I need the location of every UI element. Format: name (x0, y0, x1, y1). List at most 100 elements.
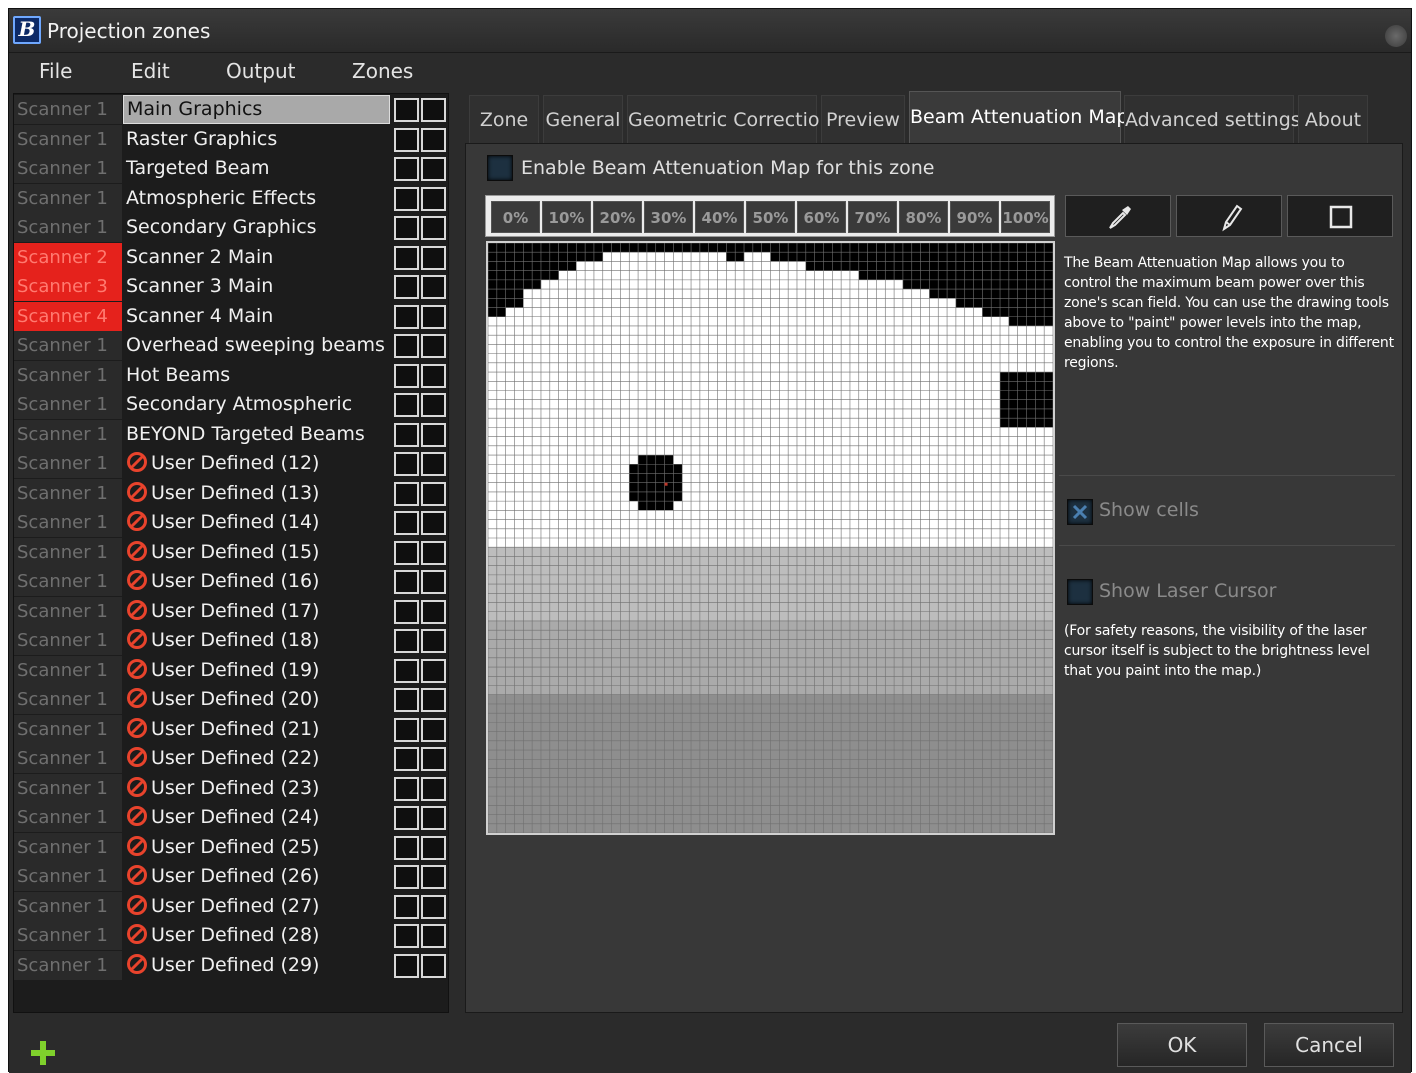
map-cell[interactable] (540, 574, 550, 585)
map-cell[interactable] (646, 639, 656, 649)
map-cell[interactable] (646, 556, 656, 566)
map-cell[interactable] (929, 786, 939, 797)
map-cell[interactable] (796, 786, 806, 797)
map-cell[interactable] (902, 602, 912, 612)
map-cell[interactable] (558, 510, 568, 520)
map-cell[interactable] (1026, 335, 1036, 345)
map-cell[interactable] (540, 445, 550, 456)
map-cell[interactable] (523, 713, 533, 723)
map-cell[interactable] (911, 565, 921, 575)
zone-toggle-b[interactable] (421, 216, 446, 240)
map-cell[interactable] (699, 676, 709, 686)
map-cell[interactable] (576, 381, 586, 391)
map-cell[interactable] (726, 501, 736, 511)
map-cell[interactable] (593, 565, 603, 575)
map-cell[interactable] (841, 648, 850, 658)
map-cell[interactable] (973, 408, 983, 419)
map-cell[interactable] (902, 372, 912, 382)
map-cell[interactable] (814, 648, 824, 658)
map-cell[interactable] (920, 731, 930, 741)
map-cell[interactable] (841, 703, 850, 714)
map-cell[interactable] (982, 823, 992, 833)
map-cell[interactable] (726, 390, 736, 400)
map-cell[interactable] (752, 556, 762, 566)
map-cell[interactable] (593, 786, 603, 797)
map-cell[interactable] (1000, 372, 1009, 382)
map-cell[interactable] (576, 464, 586, 474)
map-cell[interactable] (744, 805, 753, 815)
map-cell[interactable] (726, 786, 736, 797)
map-cell[interactable] (779, 482, 789, 492)
map-cell[interactable] (920, 436, 930, 446)
map-cell[interactable] (664, 243, 674, 253)
map-cell[interactable] (664, 455, 674, 465)
map-cell[interactable] (682, 455, 692, 465)
map-cell[interactable] (1026, 325, 1036, 336)
map-cell[interactable] (770, 399, 780, 409)
map-cell[interactable] (664, 372, 674, 382)
map-cell[interactable] (1026, 639, 1036, 649)
map-cell[interactable] (620, 335, 630, 345)
map-cell[interactable] (841, 381, 850, 391)
map-cell[interactable] (532, 353, 541, 363)
map-cell[interactable] (858, 657, 868, 668)
map-cell[interactable] (576, 344, 586, 354)
map-cell[interactable] (638, 243, 647, 253)
map-cell[interactable] (1008, 408, 1018, 419)
map-cell[interactable] (955, 759, 965, 769)
map-cell[interactable] (699, 455, 709, 465)
map-cell[interactable] (602, 372, 612, 382)
map-cell[interactable] (955, 777, 965, 787)
map-cell[interactable] (973, 482, 983, 492)
map-cell[interactable] (1044, 418, 1053, 428)
map-cell[interactable] (726, 270, 736, 280)
map-cell[interactable] (576, 519, 586, 529)
zone-toggle-a[interactable] (394, 570, 419, 594)
map-cell[interactable] (929, 390, 939, 400)
map-cell[interactable] (796, 759, 806, 769)
map-cell[interactable] (505, 362, 515, 373)
map-cell[interactable] (505, 510, 515, 520)
map-cell[interactable] (805, 473, 815, 483)
map-cell[interactable] (664, 630, 674, 640)
map-cell[interactable] (655, 482, 665, 492)
map-cell[interactable] (832, 252, 842, 262)
map-cell[interactable] (646, 547, 656, 557)
map-cell[interactable] (796, 565, 806, 575)
map-cell[interactable] (920, 648, 930, 658)
map-cell[interactable] (849, 722, 859, 732)
map-cell[interactable] (955, 768, 965, 778)
map-cell[interactable] (779, 455, 789, 465)
map-cell[interactable] (788, 547, 797, 557)
map-cell[interactable] (496, 261, 506, 271)
map-cell[interactable] (796, 584, 806, 594)
map-cell[interactable] (691, 473, 700, 483)
map-cell[interactable] (682, 565, 692, 575)
map-cell[interactable] (991, 565, 1001, 575)
map-cell[interactable] (638, 823, 647, 833)
map-cell[interactable] (514, 455, 524, 465)
map-cell[interactable] (540, 676, 550, 686)
map-cell[interactable] (911, 390, 921, 400)
map-cell[interactable] (885, 510, 895, 520)
map-cell[interactable] (646, 565, 656, 575)
map-cell[interactable] (1044, 344, 1053, 354)
map-cell[interactable] (876, 538, 886, 548)
map-cell[interactable] (664, 777, 674, 787)
map-cell[interactable] (585, 445, 594, 456)
map-cell[interactable] (885, 676, 895, 686)
map-cell[interactable] (532, 703, 541, 714)
map-cell[interactable] (726, 519, 736, 529)
map-cell[interactable] (1044, 538, 1053, 548)
map-cell[interactable] (505, 436, 515, 446)
map-cell[interactable] (982, 768, 992, 778)
map-cell[interactable] (770, 445, 780, 456)
map-cell[interactable] (1044, 519, 1053, 529)
map-cell[interactable] (708, 786, 718, 797)
map-cell[interactable] (1008, 805, 1018, 815)
map-cell[interactable] (814, 786, 824, 797)
map-cell[interactable] (567, 289, 577, 299)
map-cell[interactable] (1044, 593, 1053, 603)
map-cell[interactable] (849, 584, 859, 594)
map-cell[interactable] (602, 796, 612, 806)
